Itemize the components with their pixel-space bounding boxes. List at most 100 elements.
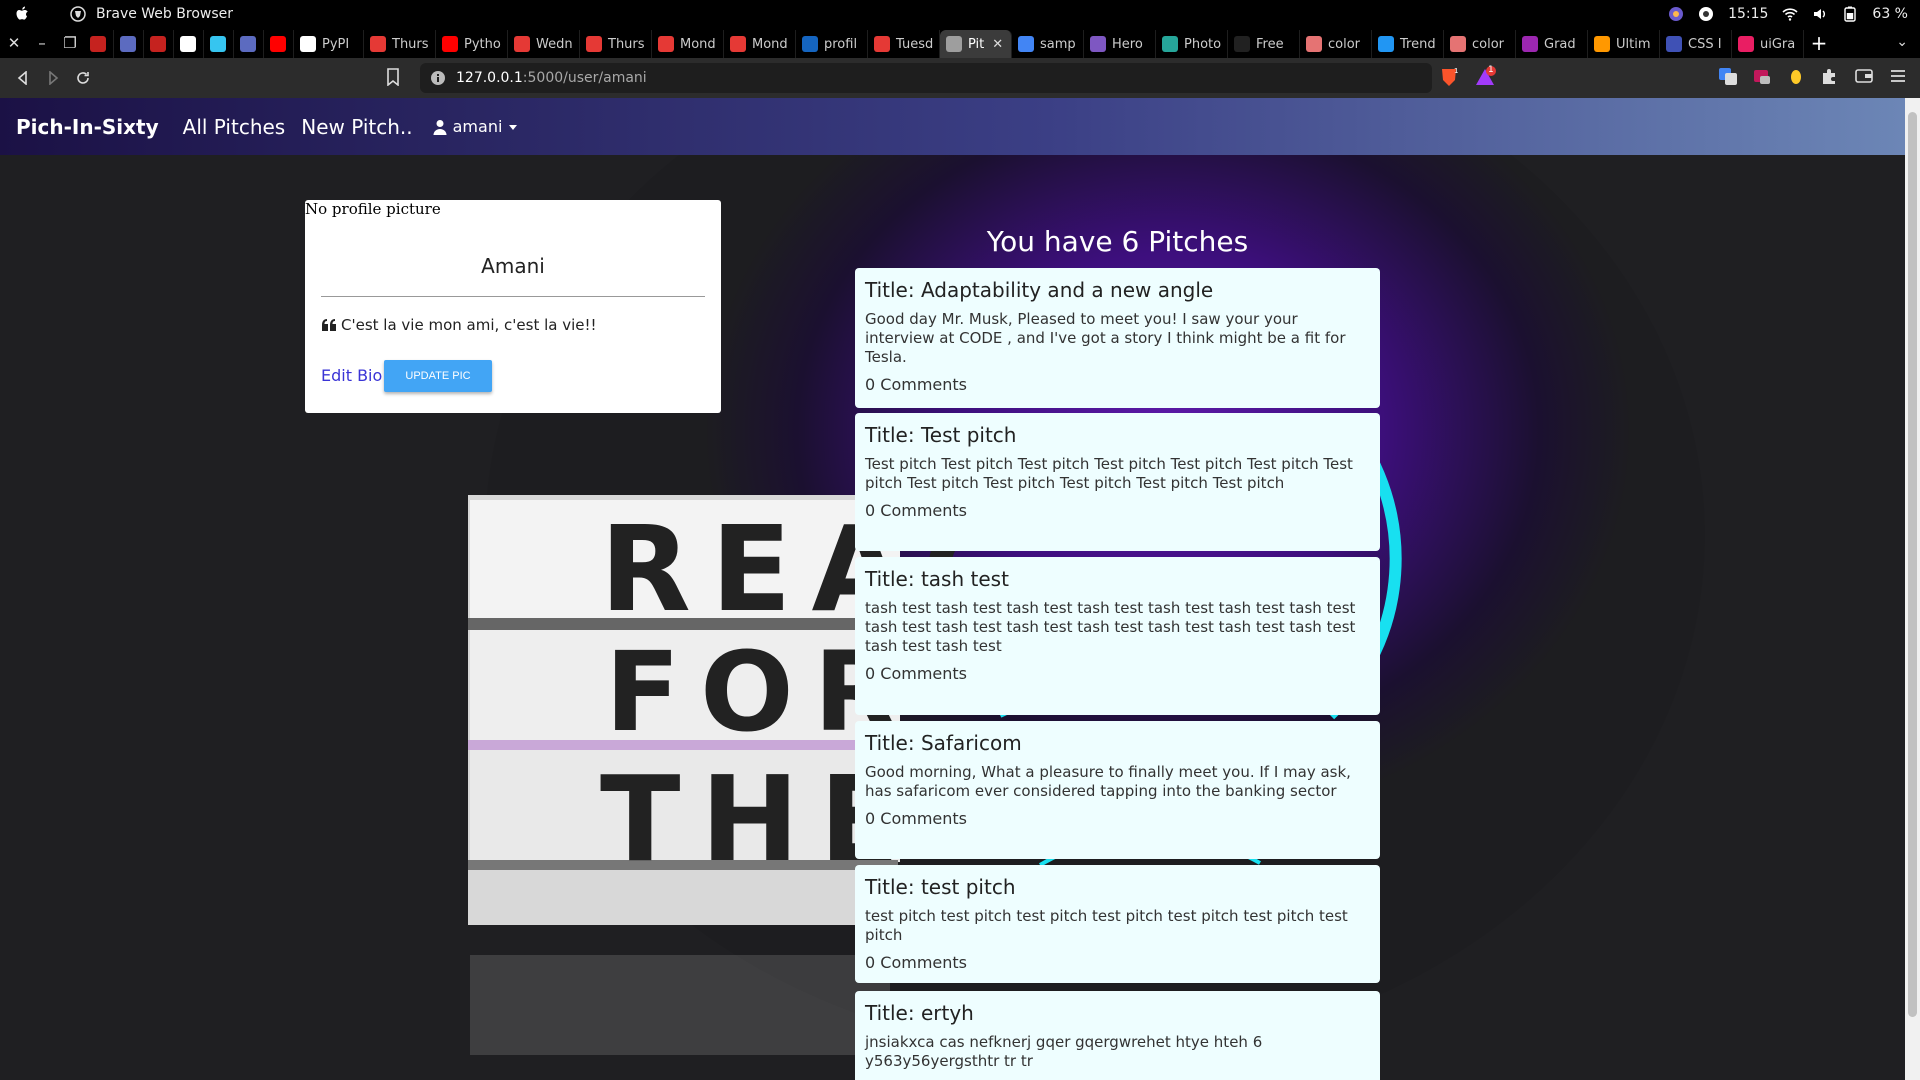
- browser-tab[interactable]: uiGra: [1732, 30, 1804, 58]
- browser-tab[interactable]: Mond: [724, 30, 796, 58]
- scrollbar-thumb[interactable]: [1908, 112, 1917, 1017]
- bookmark-icon[interactable]: [386, 68, 400, 86]
- browser-tab[interactable]: Trend: [1372, 30, 1444, 58]
- caret-down-icon: [509, 124, 518, 130]
- browser-tab[interactable]: color: [1444, 30, 1516, 58]
- pitch-comments-link[interactable]: 0 Comments: [865, 501, 1370, 520]
- browser-tab[interactable]: Pytho: [436, 30, 508, 58]
- extension-2-icon[interactable]: [1786, 66, 1806, 86]
- tab-favicon-icon: [1090, 36, 1106, 52]
- browser-tab[interactable]: Photo: [1156, 30, 1228, 58]
- nav-new-pitch[interactable]: New Pitch..: [301, 115, 412, 139]
- pitch-card[interactable]: Title: Safaricom Good morning, What a ple…: [855, 721, 1380, 859]
- pitch-comments-link[interactable]: 0 Comments: [865, 664, 1370, 683]
- browser-tab[interactable]: PyPI: [294, 30, 364, 58]
- tab-search-chevron-icon[interactable]: ⌄: [1896, 34, 1908, 50]
- browser-tab[interactable]: Thurs: [580, 30, 652, 58]
- wifi-icon[interactable]: [1782, 6, 1798, 22]
- address-bar[interactable]: 127.0.0.1:5000/user/amani: [420, 63, 1432, 93]
- url-host: 127.0.0.1: [456, 70, 523, 86]
- new-tab-button[interactable]: +: [1804, 31, 1834, 55]
- tab-favicon-icon: [802, 36, 818, 52]
- browser-tab[interactable]: Pit ✕: [940, 30, 1012, 58]
- tab-favicon-icon: [1378, 36, 1394, 52]
- tab-label: PyPI: [322, 36, 350, 52]
- pitch-card[interactable]: Title: Adaptability and a new angle Good …: [855, 268, 1380, 408]
- extension-1-icon[interactable]: [1752, 66, 1772, 86]
- wallet-icon[interactable]: [1854, 66, 1874, 86]
- browser-tab[interactable]: [114, 30, 144, 58]
- pitch-title: Title: ertyh: [865, 1001, 974, 1025]
- tab-favicon-icon: [270, 36, 286, 52]
- back-button[interactable]: [8, 63, 38, 93]
- tab-favicon-icon: [1666, 36, 1682, 52]
- pitch-comments-link[interactable]: 0 Comments: [865, 375, 1370, 394]
- browser-tab[interactable]: Free: [1228, 30, 1300, 58]
- browser-tab[interactable]: [264, 30, 294, 58]
- apple-menu-icon[interactable]: [16, 6, 30, 22]
- tab-label: Hero: [1112, 36, 1143, 52]
- browser-tab[interactable]: profil: [796, 30, 868, 58]
- edit-bio-link[interactable]: Edit Bio: [321, 366, 382, 385]
- brave-logo-icon: [70, 6, 86, 22]
- tab-label: Pytho: [464, 36, 501, 52]
- browser-tab[interactable]: Grad: [1516, 30, 1588, 58]
- color-picker-icon[interactable]: [1668, 6, 1684, 22]
- browser-tab[interactable]: Tuesd: [868, 30, 940, 58]
- browser-tab[interactable]: samp: [1012, 30, 1084, 58]
- chrome-remote-icon[interactable]: [1698, 6, 1714, 22]
- browser-tab[interactable]: [174, 30, 204, 58]
- browser-tab[interactable]: Wedn: [508, 30, 580, 58]
- tab-favicon-icon: [1450, 36, 1466, 52]
- browser-tab[interactable]: [204, 30, 234, 58]
- browser-tab[interactable]: [144, 30, 174, 58]
- translate-icon[interactable]: [1718, 66, 1738, 86]
- browser-tab[interactable]: Mond: [652, 30, 724, 58]
- pitch-card[interactable]: Title: tash test tash test tash test tash…: [855, 557, 1380, 715]
- pitch-body: Test pitch Test pitch Test pitch Test pi…: [865, 455, 1353, 492]
- tab-favicon-icon: [658, 36, 674, 52]
- pitch-card[interactable]: Title: ertyh jnsiakxca cas nefknerj gqer …: [855, 991, 1380, 1080]
- browser-tab[interactable]: [84, 30, 114, 58]
- extensions-puzzle-icon[interactable]: [1820, 66, 1840, 86]
- pitch-body: Good morning, What a pleasure to finally…: [865, 763, 1351, 800]
- nav-all-pitches[interactable]: All Pitches: [183, 115, 286, 139]
- pitch-comments-link[interactable]: 0 Comments: [865, 953, 1370, 972]
- site-info-icon[interactable]: [430, 70, 446, 86]
- browser-tab[interactable]: [234, 30, 264, 58]
- menu-hamburger-icon[interactable]: [1888, 66, 1908, 86]
- pitch-card[interactable]: Title: Test pitch Test pitch Test pitch T…: [855, 413, 1380, 551]
- volume-icon[interactable]: [1812, 6, 1828, 22]
- browser-tab[interactable]: color: [1300, 30, 1372, 58]
- pitch-card[interactable]: Title: test pitch test pitch test pitch t…: [855, 865, 1380, 983]
- tab-favicon-icon: [1522, 36, 1538, 52]
- tab-favicon-icon: [150, 36, 166, 52]
- close-window-icon[interactable]: ✕: [0, 28, 28, 58]
- battery-icon[interactable]: [1842, 6, 1858, 22]
- minimize-window-icon[interactable]: –: [28, 28, 56, 58]
- reload-button[interactable]: [68, 63, 98, 93]
- tab-label: color: [1328, 36, 1361, 52]
- forward-button[interactable]: [38, 63, 68, 93]
- brave-shields-icon[interactable]: 1: [1438, 66, 1460, 88]
- tab-label: Trend: [1400, 36, 1436, 52]
- brave-rewards-button[interactable]: 1: [1474, 65, 1496, 88]
- browser-tab[interactable]: Thurs: [364, 30, 436, 58]
- pitch-comments-link[interactable]: 0 Comments: [865, 809, 1370, 828]
- restore-window-icon[interactable]: ❐: [56, 28, 84, 58]
- tab-favicon-icon: [1594, 36, 1610, 52]
- clock[interactable]: 15:15: [1728, 6, 1768, 22]
- brand-link[interactable]: Pich-In-Sixty: [16, 115, 159, 139]
- browser-tab[interactable]: Ultim: [1588, 30, 1660, 58]
- tab-favicon-icon: [442, 36, 458, 52]
- user-dropdown[interactable]: amani: [433, 117, 519, 136]
- battery-percent: 63 %: [1872, 6, 1908, 22]
- pitch-body: test pitch test pitch test pitch test pi…: [865, 907, 1348, 944]
- browser-tab[interactable]: CSS I: [1660, 30, 1732, 58]
- tab-favicon-icon: [874, 36, 890, 52]
- page-scrollbar[interactable]: [1905, 98, 1920, 1080]
- pitch-count-heading: You have 6 Pitches: [986, 225, 1249, 258]
- browser-tab[interactable]: Hero: [1084, 30, 1156, 58]
- tab-close-icon[interactable]: ✕: [992, 37, 1003, 52]
- update-pic-button[interactable]: UPDATE PIC: [384, 360, 492, 392]
